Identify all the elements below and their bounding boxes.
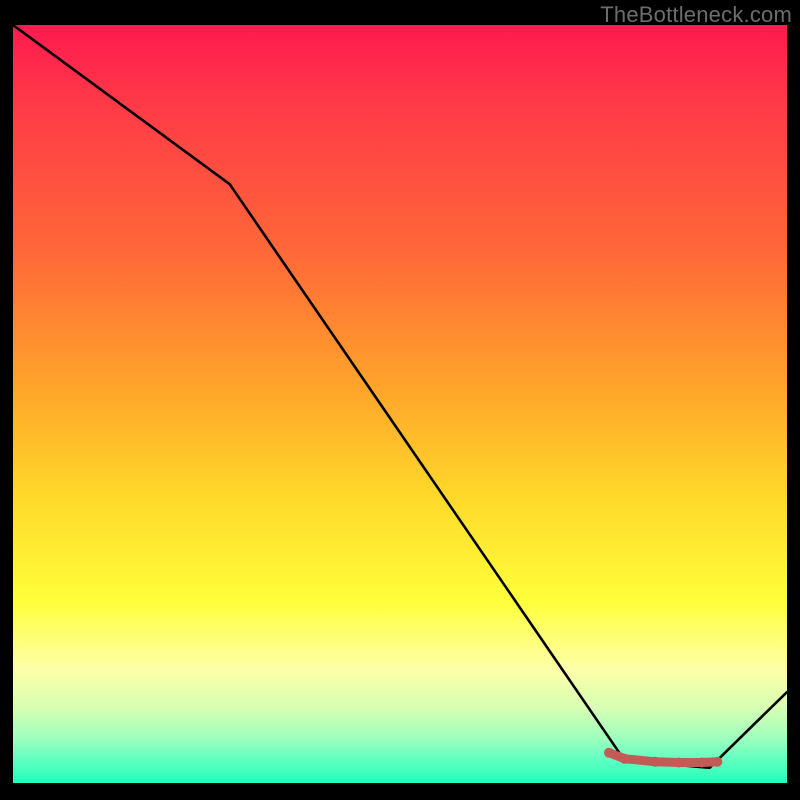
chart-frame: TheBottleneck.com	[0, 0, 800, 800]
red-data-point	[604, 748, 614, 758]
chart-svg	[13, 25, 787, 783]
red-data-point	[620, 754, 630, 764]
red-data-point	[674, 758, 684, 768]
red-data-point	[697, 758, 707, 768]
red-data-point	[712, 757, 722, 767]
red-data-point	[650, 757, 660, 767]
plot-area	[13, 25, 787, 783]
series-black-line	[13, 25, 787, 768]
watermark-text: TheBottleneck.com	[600, 2, 792, 28]
